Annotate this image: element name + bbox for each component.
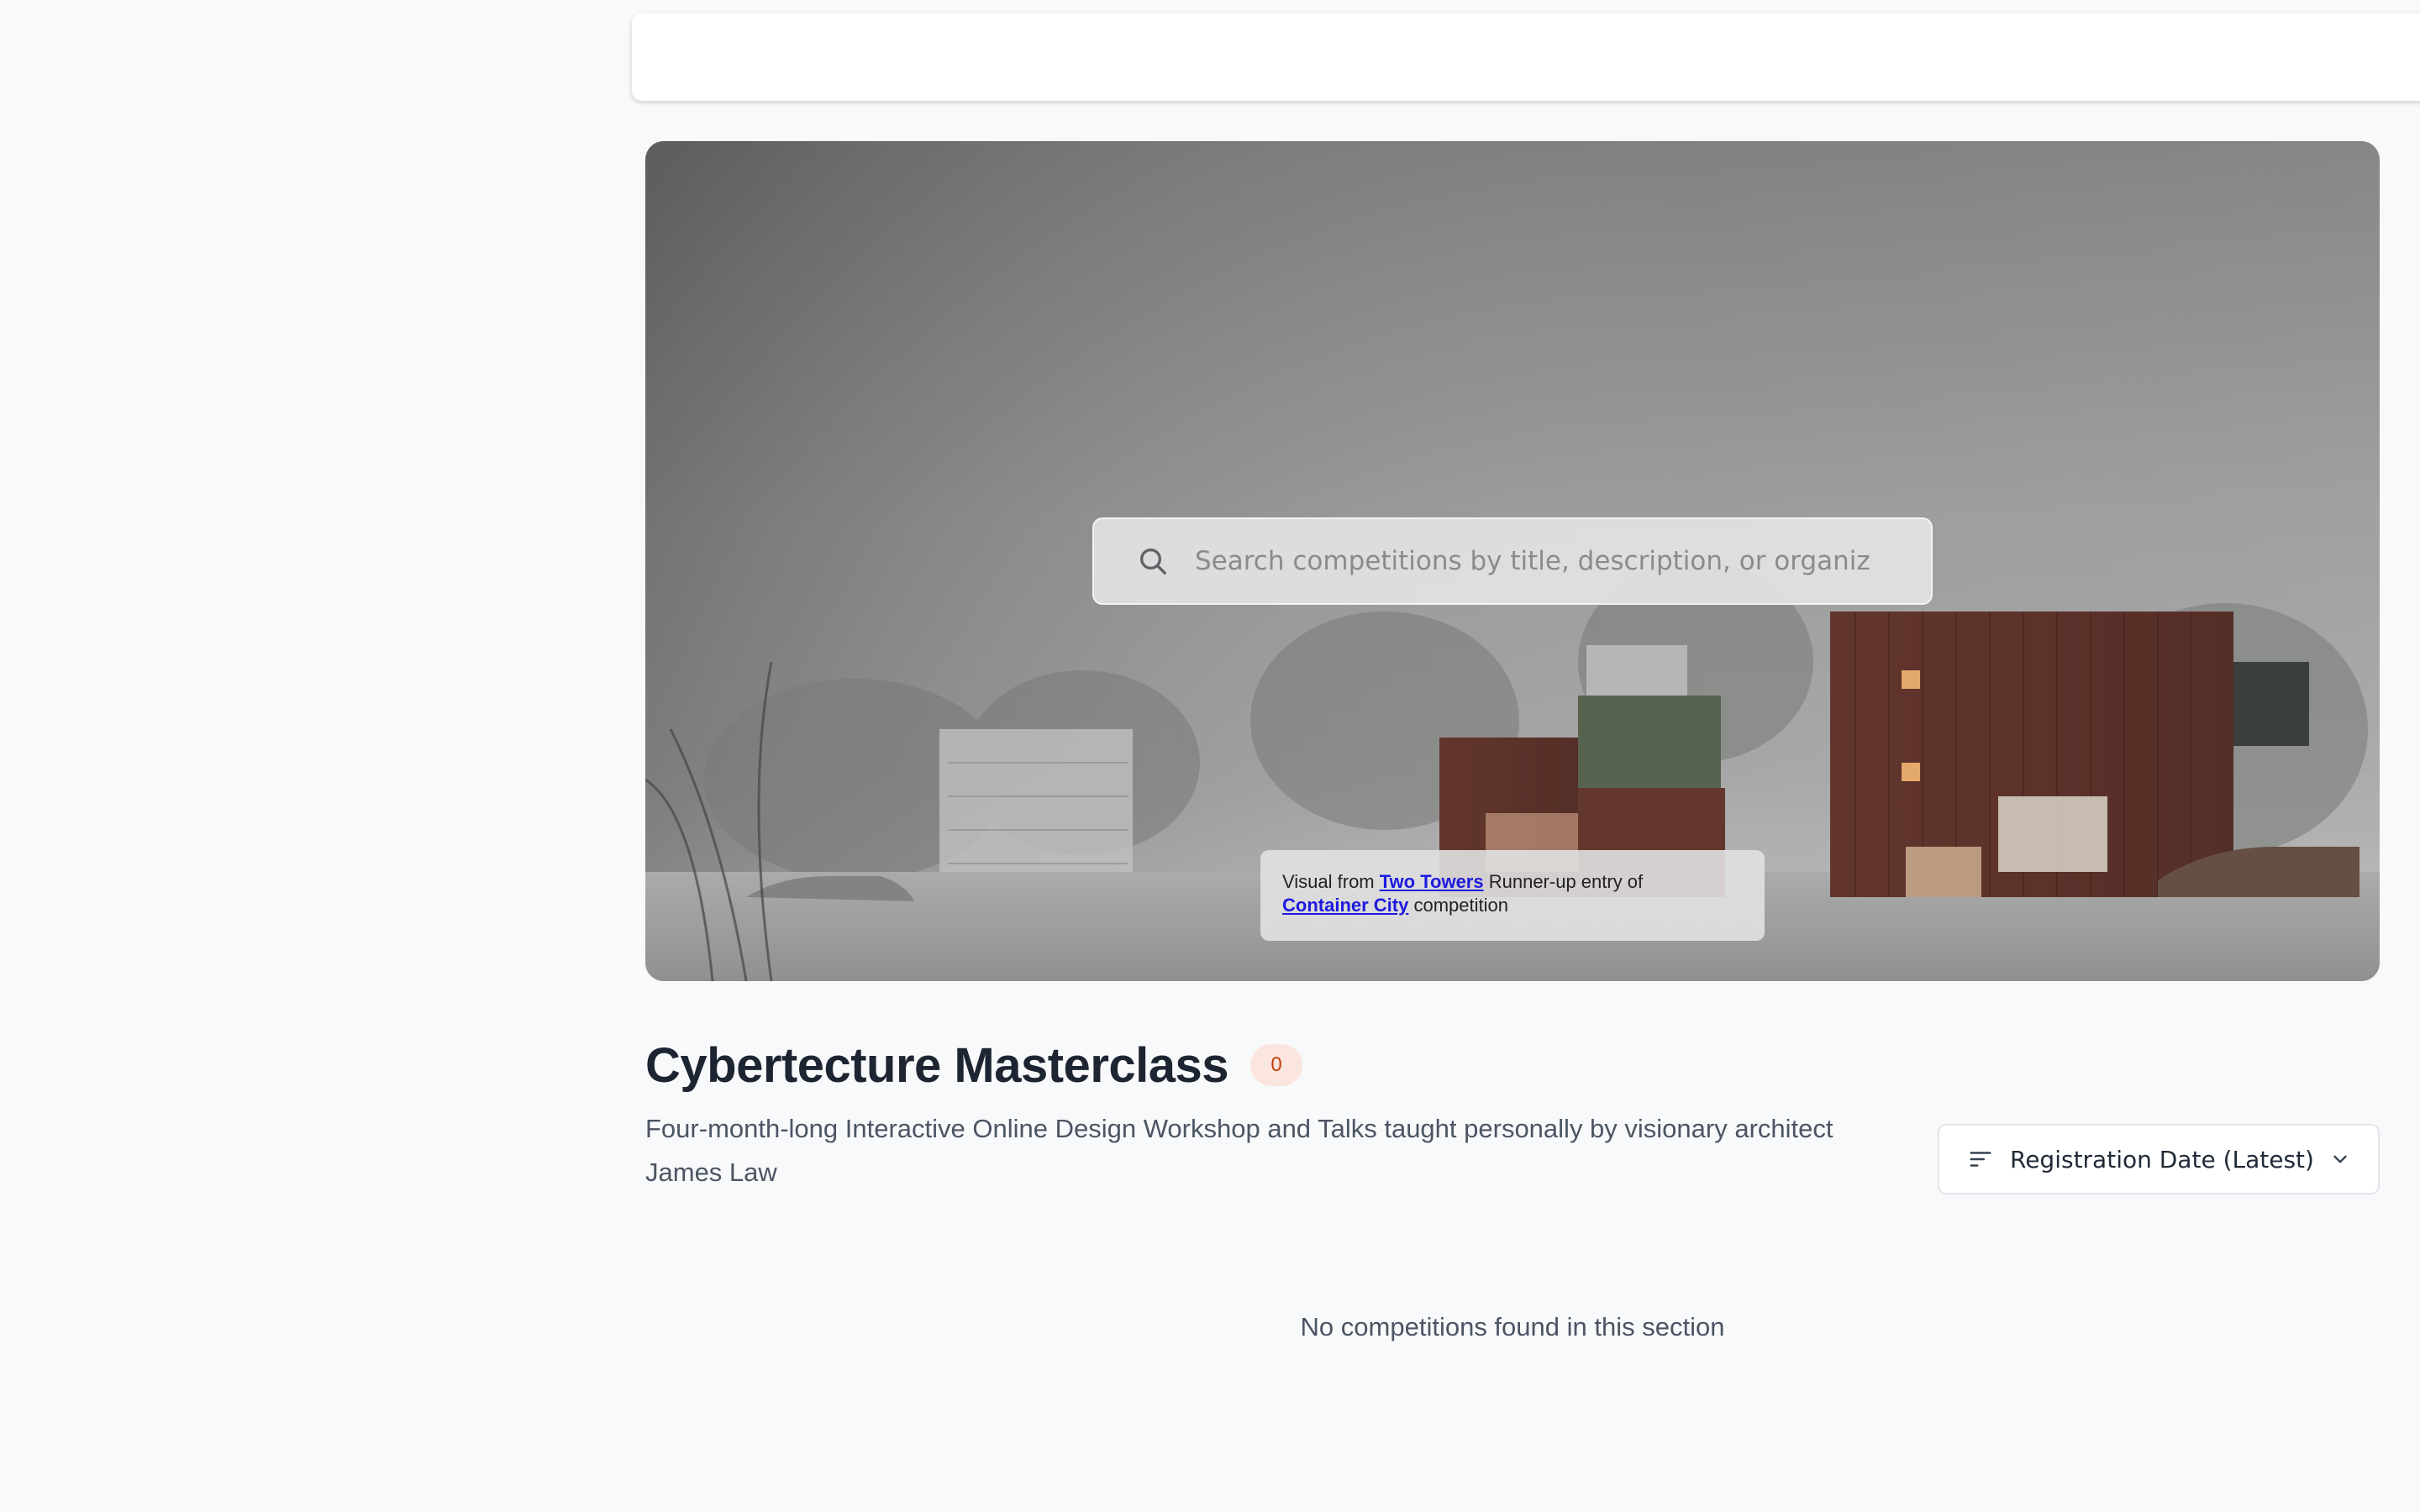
hero-banner: Visual from Two Towers Runner-up entry o…	[645, 141, 2380, 981]
hero-image-caption: Visual from Two Towers Runner-up entry o…	[1260, 850, 1765, 941]
section-header: Cybertecture Masterclass 0	[645, 1032, 1303, 1099]
entry-link[interactable]: Two Towers	[1380, 871, 1484, 892]
caption-middle: Runner-up entry of	[1483, 871, 1644, 892]
chevron-down-icon	[2333, 1155, 2347, 1163]
search-input[interactable]	[1195, 546, 1931, 576]
top-navbar	[632, 13, 2420, 101]
caption-prefix: Visual from	[1282, 871, 1380, 892]
sidebar	[0, 0, 632, 1512]
competition-count-badge: 0	[1250, 1044, 1303, 1086]
sort-lines-icon	[1970, 1152, 1991, 1167]
search-icon	[1140, 549, 1166, 575]
competition-link[interactable]: Container City	[1282, 895, 1408, 916]
sort-selected-label: Registration Date (Latest)	[2010, 1145, 2314, 1173]
competition-search-box[interactable]	[1092, 517, 1933, 605]
section-description: Four-month-long Interactive Online Desig…	[645, 1114, 1833, 1187]
section-title: Cybertecture Masterclass	[645, 1037, 1229, 1093]
caption-suffix: competition	[1408, 895, 1508, 916]
sort-dropdown[interactable]: Registration Date (Latest)	[1938, 1124, 2380, 1194]
empty-state-message: No competitions found in this section	[1300, 1312, 1725, 1341]
